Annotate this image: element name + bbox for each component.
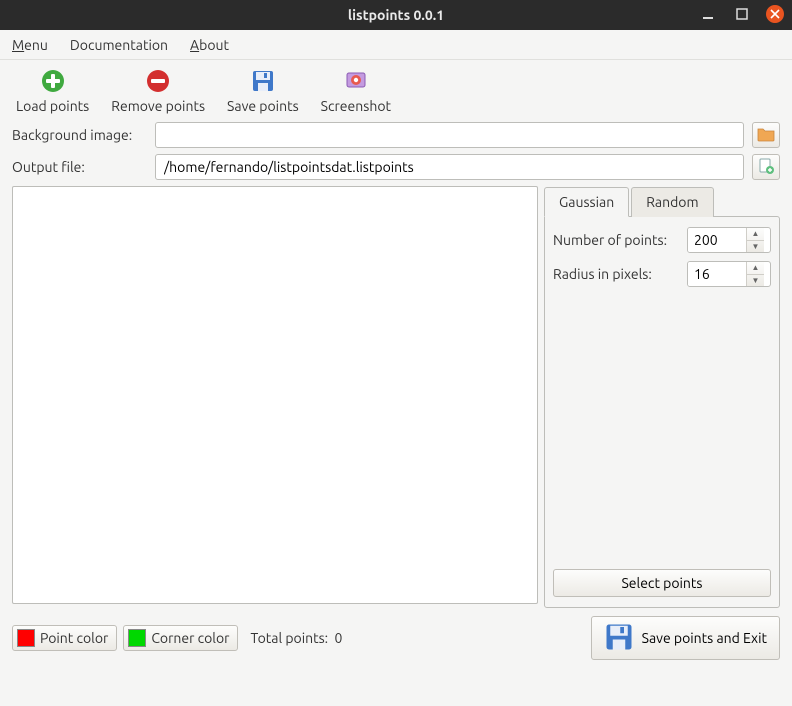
save-points-label: Save points (227, 98, 299, 114)
add-icon (40, 68, 66, 94)
remove-points-button[interactable]: Remove points (107, 66, 209, 116)
number-of-points-row: Number of points: ▲ ▼ (553, 227, 771, 253)
save-icon (250, 68, 276, 94)
load-points-label: Load points (16, 98, 89, 114)
menu-menu[interactable]: Menu (10, 34, 50, 56)
save-points-button[interactable]: Save points (223, 66, 303, 116)
output-file-label: Output file: (12, 159, 147, 175)
window-controls (698, 4, 784, 24)
folder-icon (757, 126, 775, 145)
browse-background-button[interactable] (752, 122, 780, 148)
maximize-button[interactable] (732, 4, 752, 24)
spinner-down-icon[interactable]: ▼ (747, 241, 764, 253)
spinner-down-icon[interactable]: ▼ (747, 275, 764, 287)
browse-output-button[interactable] (752, 154, 780, 180)
corner-color-label: Corner color (151, 630, 229, 646)
number-of-points-label: Number of points: (553, 232, 681, 248)
menu-bar: Menu Documentation About (0, 30, 792, 60)
total-points-text: Total points: 0 (250, 630, 342, 646)
title-bar: listpoints 0.0.1 (0, 0, 792, 30)
side-panel: Gaussian Random Number of points: ▲ ▼ Ra… (544, 186, 780, 608)
background-image-label: Background image: (12, 127, 147, 143)
tab-panel-gaussian: Number of points: ▲ ▼ Radius in pixels: (544, 216, 780, 608)
spinner-up-icon[interactable]: ▲ (747, 228, 764, 241)
minimize-button[interactable] (698, 4, 718, 24)
load-points-button[interactable]: Load points (12, 66, 93, 116)
screenshot-button[interactable]: Screenshot (317, 66, 395, 116)
tab-random[interactable]: Random (631, 187, 713, 217)
bottom-bar: Point color Corner color Total points: 0… (12, 616, 780, 660)
content-area: Background image: Output file: Gaussian … (0, 122, 792, 672)
screenshot-icon (343, 68, 369, 94)
number-of-points-spinner[interactable]: ▲ ▼ (687, 227, 771, 253)
radius-label: Radius in pixels: (553, 266, 681, 282)
corner-color-swatch (128, 629, 146, 647)
window-title: listpoints 0.0.1 (348, 7, 444, 23)
remove-points-label: Remove points (111, 98, 205, 114)
toolbar: Load points Remove points Save points Sc… (0, 60, 792, 122)
output-file-input[interactable] (155, 154, 744, 180)
menu-documentation[interactable]: Documentation (68, 34, 170, 56)
number-of-points-input[interactable] (688, 228, 746, 252)
tab-gaussian[interactable]: Gaussian (544, 187, 629, 217)
point-color-button[interactable]: Point color (12, 625, 117, 651)
screenshot-label: Screenshot (321, 98, 391, 114)
save-icon (604, 622, 634, 655)
close-button[interactable] (766, 5, 784, 23)
remove-icon (145, 68, 171, 94)
canvas-area[interactable] (12, 186, 538, 604)
save-and-exit-button[interactable]: Save points and Exit (591, 616, 780, 660)
tab-bar: Gaussian Random (544, 186, 780, 216)
output-file-row: Output file: (12, 154, 780, 180)
radius-spinner[interactable]: ▲ ▼ (687, 261, 771, 287)
corner-color-button[interactable]: Corner color (123, 625, 238, 651)
menu-about[interactable]: About (188, 34, 231, 56)
background-image-input[interactable] (155, 122, 744, 148)
radius-input[interactable] (688, 262, 746, 286)
document-new-icon (757, 157, 775, 178)
radius-row: Radius in pixels: ▲ ▼ (553, 261, 771, 287)
point-color-swatch (17, 629, 35, 647)
spinner-arrows: ▲ ▼ (746, 228, 764, 252)
total-points-label: Total points: (250, 630, 328, 646)
total-points-value: 0 (335, 630, 343, 646)
select-points-button[interactable]: Select points (553, 569, 771, 597)
point-color-label: Point color (40, 630, 108, 646)
middle-area: Gaussian Random Number of points: ▲ ▼ Ra… (12, 186, 780, 608)
spinner-up-icon[interactable]: ▲ (747, 262, 764, 275)
background-image-row: Background image: (12, 122, 780, 148)
spinner-arrows: ▲ ▼ (746, 262, 764, 286)
save-and-exit-label: Save points and Exit (642, 630, 767, 646)
